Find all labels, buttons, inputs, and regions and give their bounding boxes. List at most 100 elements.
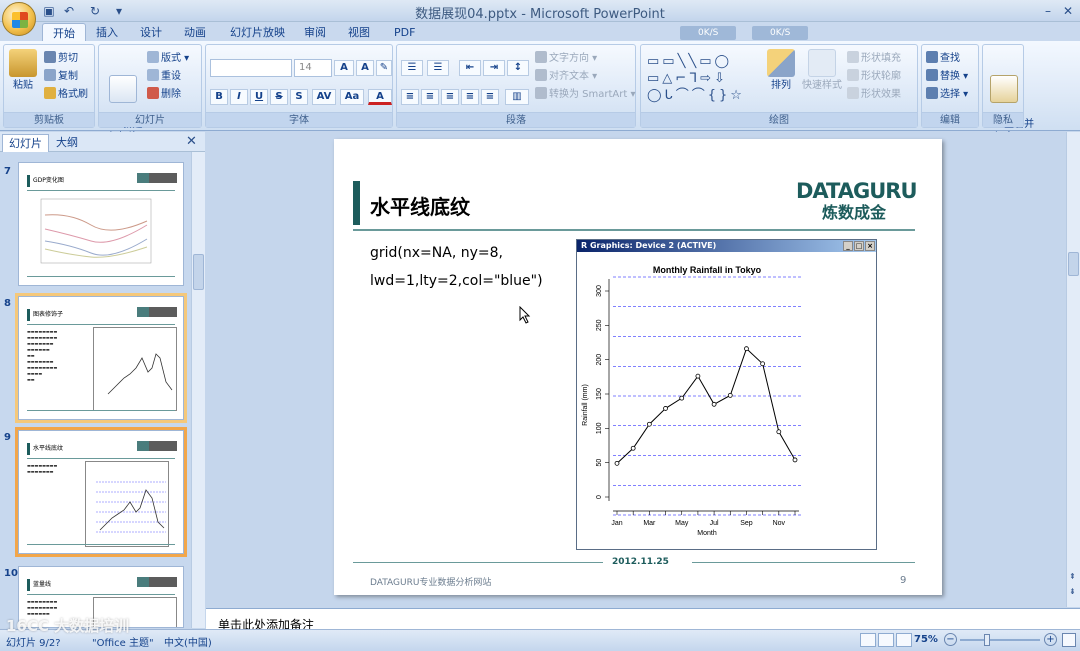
shadow-button[interactable]: S <box>290 89 308 105</box>
align-right-button[interactable]: ≡ <box>441 89 459 105</box>
x-axis-label: Month <box>697 530 717 537</box>
decrease-indent-button[interactable]: ⇤ <box>459 60 481 76</box>
tab-review[interactable]: 审阅 <box>294 23 336 42</box>
zoom-out-icon[interactable]: − <box>944 633 957 646</box>
scrollbar-thumb[interactable] <box>1068 252 1079 276</box>
italic-button[interactable]: I <box>230 89 248 105</box>
layout-button[interactable]: 版式 ▾ <box>147 51 189 66</box>
next-slide-icon[interactable]: ⇟ <box>1069 587 1076 596</box>
shape-effects-button[interactable]: 形状效果 <box>847 87 901 102</box>
tab-insert[interactable]: 插入 <box>86 23 128 42</box>
clear-format-button[interactable]: ✎ <box>376 60 392 76</box>
sign-icon <box>990 75 1018 103</box>
align-text-button[interactable]: 对齐文本 ▾ <box>535 69 597 84</box>
zoom-slider[interactable] <box>960 639 1040 641</box>
underline-button[interactable]: U <box>250 89 268 105</box>
office-logo-icon <box>12 12 28 28</box>
delete-slide-button[interactable]: 删除 <box>147 87 181 102</box>
tab-design[interactable]: 设计 <box>130 23 172 42</box>
cut-button[interactable]: 剪切 <box>44 51 78 66</box>
quick-styles-icon <box>808 49 836 77</box>
smartart-icon <box>535 87 547 99</box>
slide-title[interactable]: 水平线底纹 <box>370 191 470 220</box>
font-color-button[interactable]: A <box>368 89 392 105</box>
format-painter-button[interactable]: 格式刷 <box>44 87 88 102</box>
quick-styles-button[interactable]: 快速样式 <box>801 49 843 92</box>
copy-button[interactable]: 复制 <box>44 69 78 84</box>
slide-body-text[interactable]: grid(nx=NA, ny=8, lwd=1,lty=2,col="blue"… <box>370 239 570 295</box>
fit-window-icon[interactable] <box>1062 633 1076 647</box>
prev-slide-icon[interactable]: ⇞ <box>1069 572 1076 581</box>
replace-button[interactable]: 替换 ▾ <box>926 69 968 84</box>
r-maximize-icon[interactable]: □ <box>854 241 864 251</box>
bullets-button[interactable]: ☰ <box>401 60 423 76</box>
normal-view-icon[interactable] <box>860 633 876 647</box>
office-button[interactable] <box>2 2 36 36</box>
slideshow-view-icon[interactable] <box>896 633 912 647</box>
tab-slideshow[interactable]: 幻灯片放映 <box>220 23 295 42</box>
tab-outline[interactable]: 大纲 <box>50 134 84 152</box>
net-download: 0K/S <box>752 26 809 40</box>
group-font: 14 A A ✎ B I U S S AV Aa A 字体 <box>205 44 393 128</box>
zoom-level[interactable]: 75% <box>914 634 938 645</box>
tab-view[interactable]: 视图 <box>338 23 380 42</box>
align-left-button[interactable]: ≡ <box>401 89 419 105</box>
shape-fill-button[interactable]: 形状填充 <box>847 51 901 66</box>
bold-button[interactable]: B <box>210 89 228 105</box>
shapes-gallery[interactable]: ▭▭╲╲▭◯ ▭△⌐ᒣ⇨⇩ ◯ᒐ⌒⌒{}☆ <box>647 53 757 107</box>
select-button[interactable]: 选择 ▾ <box>926 87 968 102</box>
reset-button[interactable]: 重设 <box>147 69 181 84</box>
shrink-font-button[interactable]: A <box>356 60 374 76</box>
sorter-view-icon[interactable] <box>878 633 894 647</box>
group-drawing: ▭▭╲╲▭◯ ▭△⌐ᒣ⇨⇩ ◯ᒐ⌒⌒{}☆ 排列 快速样式 形状填充 形状轮廓 形状… <box>640 44 918 128</box>
edit-scrollbar[interactable]: ⇞ ⇟ <box>1066 132 1080 607</box>
tab-slides[interactable]: 幻灯片 <box>2 134 49 152</box>
line-spacing-button[interactable]: ↕ <box>507 60 529 76</box>
smartart-button[interactable]: 转换为 SmartArt ▾ <box>535 87 636 102</box>
char-spacing-button[interactable]: AV <box>312 89 336 105</box>
paste-button[interactable]: 粘贴 <box>8 49 38 92</box>
minimize-icon[interactable]: – <box>1040 3 1056 19</box>
r-graphics-window[interactable]: R Graphics: Device 2 (ACTIVE) _ □ × Mont… <box>576 239 877 550</box>
zoom-slider-handle[interactable] <box>984 634 990 646</box>
tab-pdf[interactable]: PDF <box>384 23 425 42</box>
numbering-button[interactable]: ☰ <box>427 60 449 76</box>
strikethrough-button[interactable]: S <box>270 89 288 105</box>
r-close-icon[interactable]: × <box>865 241 875 251</box>
find-button[interactable]: 查找 <box>926 51 960 66</box>
close-icon[interactable]: ✕ <box>1060 3 1076 19</box>
arrange-button[interactable]: 排列 <box>765 49 797 92</box>
status-bar: 幻灯片 9/2? "Office 主题" 中文(中国) 75% − + <box>0 629 1080 651</box>
data-point <box>744 346 749 352</box>
reset-icon <box>147 69 159 81</box>
y-tick-label: 0 <box>596 495 603 499</box>
grow-font-button[interactable]: A <box>334 60 354 76</box>
columns-button[interactable]: ▥ <box>505 89 529 105</box>
tab-home[interactable]: 开始 <box>42 23 86 42</box>
align-center-button[interactable]: ≡ <box>421 89 439 105</box>
justify-button[interactable]: ≡ <box>461 89 479 105</box>
text-direction-button[interactable]: 文字方向 ▾ <box>535 51 597 66</box>
distribute-button[interactable]: ≡ <box>481 89 499 105</box>
r-minimize-icon[interactable]: _ <box>843 241 853 251</box>
thumb-chart <box>85 461 169 547</box>
shape-outline-button[interactable]: 形状轮廓 <box>847 69 901 84</box>
font-size-combo[interactable]: 14 <box>294 59 332 77</box>
footer-line <box>692 562 915 563</box>
tab-animation[interactable]: 动画 <box>174 23 216 42</box>
x-tick-label: May <box>675 520 689 527</box>
change-case-button[interactable]: Aa <box>340 89 364 105</box>
slide-thumbnail-8[interactable]: 图表修饰子 ▬▬▬▬▬▬▬▬ ▬▬▬▬▬▬▬▬ ▬▬▬▬▬▬▬ ▬▬▬▬▬▬ ▬▬ ▬▬▬… <box>15 293 187 423</box>
slide-thumbnail-9[interactable]: 水平线底纹 ▬▬▬▬▬▬▬▬ ▬▬▬▬▬▬▬ <box>15 427 187 557</box>
rainfall-line <box>616 347 796 464</box>
slide-thumbnail-7[interactable]: GDP变化图 <box>18 162 184 286</box>
video-watermark: 16CC 大数据培训 <box>6 617 130 635</box>
scrollbar-thumb[interactable] <box>193 254 204 290</box>
slide-canvas[interactable]: 水平线底纹 DATAGURU 炼数成金 grid(nx=NA, ny=8, lw… <box>334 139 942 595</box>
close-pane-icon[interactable]: ✕ <box>186 134 197 149</box>
zoom-in-icon[interactable]: + <box>1044 633 1057 646</box>
data-point <box>614 460 620 466</box>
font-name-combo[interactable] <box>210 59 292 77</box>
increase-indent-button[interactable]: ⇥ <box>483 60 505 76</box>
thumbnail-scrollbar[interactable] <box>191 152 205 628</box>
